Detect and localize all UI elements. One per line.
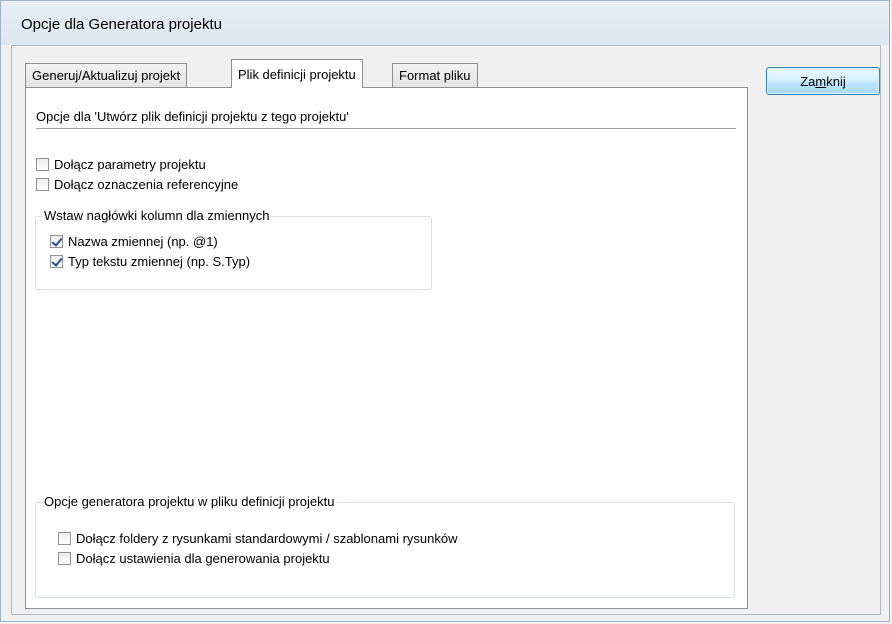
checkbox-label: Dołącz ustawienia dla generowania projek… [76,551,330,566]
tab-file-format[interactable]: Format pliku [392,63,478,87]
close-button-label: Zamknij [800,73,846,89]
checkbox-label: Dołącz foldery z rysunkami standardowymi… [76,531,458,546]
include-project-parameters-option[interactable]: Dołącz parametry projektu [36,157,206,172]
checkbox-label: Dołącz parametry projektu [54,157,206,172]
include-standard-drawing-folders-checkbox[interactable] [58,532,71,545]
generator-options-group-title: Opcje generatora projektu w pliku defini… [42,494,337,509]
tab-label: Generuj/Aktualizuj projekt [32,68,181,83]
include-project-parameters-checkbox[interactable] [36,158,49,171]
generator-options-groupbox: Opcje generatora projektu w pliku defini… [35,494,735,598]
tab-label: Plik definicji projektu [238,66,356,82]
include-generation-settings-checkbox[interactable] [58,552,71,565]
window-title: Opcje dla Generatora projektu [21,16,222,33]
include-reference-designations-checkbox[interactable] [36,178,49,191]
column-headers-group-title: Wstaw nagłówki kolumn dla zmiennych [42,208,272,223]
heading-divider [36,128,736,129]
dialog-window: Opcje dla Generatora projektu Generuj/Ak… [0,0,890,622]
close-button[interactable]: Zamknij [766,67,880,95]
include-reference-designations-option[interactable]: Dołącz oznaczenia referencyjne [36,177,238,192]
variable-text-type-checkbox[interactable] [50,255,63,268]
panel-heading: Opcje dla 'Utwórz plik definicji projekt… [36,109,349,124]
checkbox-label: Typ tekstu zmiennej (np. S.Typ) [68,254,251,269]
include-generation-settings-option[interactable]: Dołącz ustawienia dla generowania projek… [58,551,330,566]
variable-name-option[interactable]: Nazwa zmiennej (np. @1) [50,234,218,249]
checkbox-label: Dołącz oznaczenia referencyjne [54,177,239,192]
variable-name-checkbox[interactable] [50,235,63,248]
checkbox-label: Nazwa zmiennej (np. @1) [68,234,218,249]
variable-text-type-option[interactable]: Typ tekstu zmiennej (np. S.Typ) [50,254,250,269]
tab-panel: Opcje dla 'Utwórz plik definicji projekt… [25,87,748,609]
tab-label: Format pliku [399,68,471,83]
tab-project-definition-file[interactable]: Plik definicji projektu [231,59,363,88]
include-standard-drawing-folders-option[interactable]: Dołącz foldery z rysunkami standardowymi… [58,531,457,546]
column-headers-groupbox: Wstaw nagłówki kolumn dla zmiennych Nazw… [35,208,432,290]
tab-generate-update[interactable]: Generuj/Aktualizuj projekt [25,63,188,87]
